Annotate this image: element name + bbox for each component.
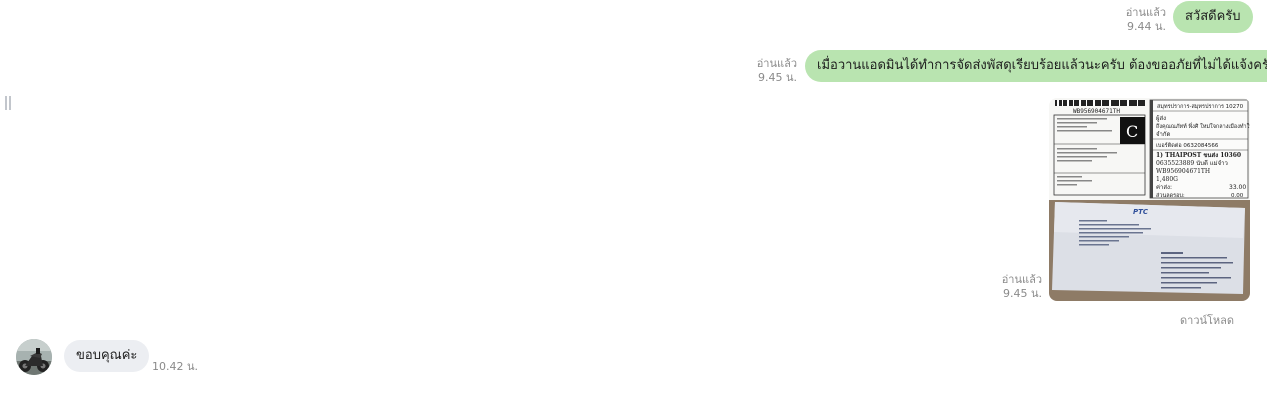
receipt-sender: ผู้ส่ง: [1156, 115, 1166, 122]
pause-icon: [5, 96, 11, 110]
message-time: 9.45 น.: [757, 71, 797, 84]
message-time: 9.44 น.: [1126, 20, 1166, 33]
receipt-recipient: ถึงคุณณภัทท์ พึ่งศิ ใหม่ใจกลางเมืองทำใหม…: [1155, 122, 1250, 130]
read-label: อ่านแล้ว: [1125, 6, 1166, 19]
shipping-photo: WB956904671TH C สมุทรปราการ-สมุทรปราการ …: [1049, 98, 1250, 301]
receipt-fee-value: 33.00: [1229, 184, 1246, 191]
envelope-brand: PTC: [1133, 208, 1149, 216]
read-label: อ่านแล้ว: [1001, 273, 1042, 286]
message-bubble-incoming[interactable]: ขอบคุณค่ะ: [64, 340, 150, 372]
receipt-service: 1) THAIPOST ขนส่ง 10360: [1156, 152, 1241, 159]
receipt-ref: 0635523889 นับดี แม่จำว: [1156, 159, 1228, 167]
receipt-fee-label: ค่าส่ง:: [1156, 184, 1172, 191]
message-bubble-outgoing[interactable]: สวัสดีครับ: [1173, 1, 1253, 33]
message-time: 9.45 น.: [1002, 287, 1042, 300]
c-mark: C: [1126, 122, 1138, 141]
receipt-header: สมุทรปราการ-สมุทรปราการ 10270: [1157, 103, 1244, 110]
receipt-zip: จำกัด: [1156, 131, 1171, 138]
barcode-icon: [1055, 100, 1145, 106]
receipt-weight: 1,480G: [1156, 176, 1178, 183]
receipt-track: WB956904671TH: [1156, 168, 1210, 175]
message-bubble-outgoing[interactable]: เมื่อวานแอดมินได้ทำการจัดส่งพัสดุเรียบร้…: [805, 50, 1267, 82]
read-status: อ่านแล้ว 9.44 น.: [1118, 6, 1166, 34]
message-time: 10.42 น.: [152, 360, 199, 373]
image-message[interactable]: WB956904671TH C สมุทรปราการ-สมุทรปราการ …: [1049, 98, 1250, 301]
download-link[interactable]: ดาวน์โหลด: [1180, 311, 1234, 329]
receipt-fee2-label: ส่วนลดรอบ:: [1156, 192, 1185, 199]
read-status: อ่านแล้ว 9.45 น.: [994, 273, 1042, 301]
motorcycle-avatar-icon: [16, 339, 52, 375]
receipt-fee2-value: 0.00: [1231, 193, 1244, 199]
avatar[interactable]: [16, 339, 52, 375]
receipt-phone: เบอร์ติดต่อ 0632084566: [1156, 142, 1219, 149]
read-status: อ่านแล้ว 9.45 น.: [749, 57, 797, 85]
read-label: อ่านแล้ว: [756, 57, 797, 70]
tracking-number: WB956904671TH: [1073, 108, 1120, 115]
